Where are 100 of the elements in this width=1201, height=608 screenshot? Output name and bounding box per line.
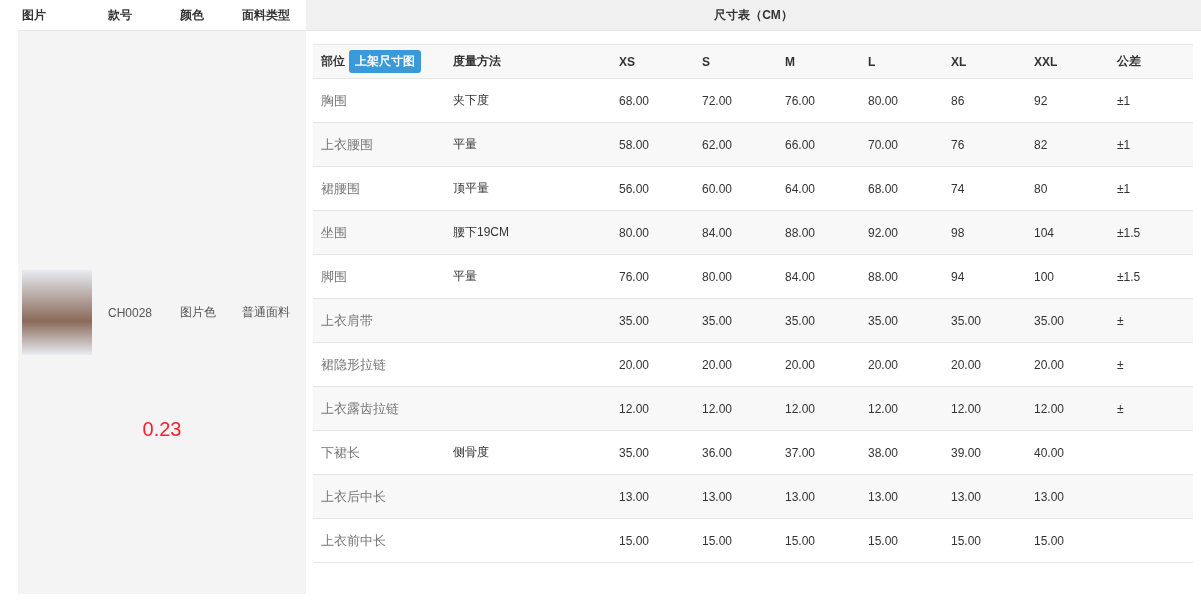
- table-cell-text: 68.00: [618, 93, 651, 108]
- table-cell-text: 39.00: [950, 445, 983, 460]
- column-header: 面料类型: [241, 6, 291, 24]
- table-cell-text: 20.00: [867, 357, 900, 372]
- table-cell-text: 35.00: [1033, 313, 1066, 328]
- table-cell-text: 84.00: [701, 225, 734, 240]
- table-cell-text: 36.00: [701, 445, 734, 460]
- table-cell-text: 86: [950, 93, 966, 108]
- table-cell-text: 35.00: [701, 313, 734, 328]
- table-cell-text: 58.00: [618, 137, 651, 152]
- table-cell-text: 坐围: [320, 223, 348, 242]
- table-cell-text: 74: [950, 181, 966, 196]
- table-cell-text: 12.00: [950, 401, 983, 416]
- table-cell-text: 胸围: [320, 91, 348, 110]
- table-cell-text: 12.00: [1033, 401, 1066, 416]
- table-cell-text: 88.00: [784, 225, 817, 240]
- column-header: XXL: [1033, 54, 1059, 69]
- table-cell-text: 84.00: [784, 269, 817, 284]
- table-cell-text: ±: [1116, 313, 1125, 328]
- table-cell-text: 20.00: [950, 357, 983, 372]
- table-cell-text: 15.00: [618, 533, 651, 548]
- table-cell-text: 35.00: [950, 313, 983, 328]
- table-cell-text: 80.00: [701, 269, 734, 284]
- table-cell-text: 上衣肩带: [320, 311, 374, 330]
- table-cell-text: 13.00: [618, 489, 651, 504]
- table-cell-text: 60.00: [701, 181, 734, 196]
- table-cell-text: 顶平量: [452, 180, 490, 197]
- table-cell-text: 12.00: [867, 401, 900, 416]
- color-value: 图片色: [179, 304, 217, 321]
- table-cell-text: 上衣前中长: [320, 531, 387, 550]
- table-cell-text: 100: [1033, 269, 1056, 284]
- table-cell-text: ±: [1116, 401, 1125, 416]
- table-cell-text: 76: [950, 137, 966, 152]
- table-cell-text: 12.00: [701, 401, 734, 416]
- table-cell-text: 下裙长: [320, 443, 361, 462]
- table-cell-text: ±1: [1116, 181, 1132, 196]
- column-header: 颜色: [179, 6, 205, 24]
- table-cell-text: 62.00: [701, 137, 734, 152]
- table-cell-text: 13.00: [784, 489, 817, 504]
- column-header: XS: [618, 54, 636, 69]
- table-cell-text: 20.00: [701, 357, 734, 372]
- table-cell-text: 88.00: [867, 269, 900, 284]
- table-cell-text: 20.00: [618, 357, 651, 372]
- table-cell-text: 104: [1033, 225, 1056, 240]
- table-cell-text: 夹下度: [452, 92, 490, 109]
- table-cell-text: 13.00: [867, 489, 900, 504]
- table-cell-text: 38.00: [867, 445, 900, 460]
- table-cell-text: 80: [1033, 181, 1049, 196]
- column-header: XL: [950, 54, 968, 69]
- table-cell-text: 76.00: [618, 269, 651, 284]
- column-header: 度量方法: [452, 53, 502, 70]
- table-cell-text: 上衣后中长: [320, 487, 387, 506]
- table-cell-text: 94: [950, 269, 966, 284]
- table-cell-text: 37.00: [784, 445, 817, 460]
- table-cell-text: 64.00: [784, 181, 817, 196]
- table-cell-text: 68.00: [867, 181, 900, 196]
- table-cell-text: 92: [1033, 93, 1049, 108]
- table-cell-text: 13.00: [950, 489, 983, 504]
- table-cell-text: 35.00: [618, 313, 651, 328]
- column-header: 部位: [321, 53, 345, 70]
- column-header: 公差: [1116, 53, 1142, 70]
- table-cell-text: 脚围: [320, 267, 348, 286]
- table-cell-text: 80.00: [867, 93, 900, 108]
- size-chart-button[interactable]: 上架尺寸图: [349, 50, 421, 73]
- column-header: L: [867, 54, 877, 69]
- table-cell-text: 裙隐形拉链: [320, 355, 387, 374]
- table-cell-text: 35.00: [784, 313, 817, 328]
- table-cell-text: 上衣露齿拉链: [320, 399, 400, 418]
- table-cell-text: 13.00: [701, 489, 734, 504]
- table-cell-text: 98: [950, 225, 966, 240]
- table-cell-text: 15.00: [950, 533, 983, 548]
- table-cell-text: 13.00: [1033, 489, 1066, 504]
- table-cell-text: 12.00: [618, 401, 651, 416]
- table-cell-text: 裙腰围: [320, 179, 361, 198]
- table-cell-text: 82: [1033, 137, 1049, 152]
- table-cell-text: 腰下19CM: [452, 224, 510, 241]
- fabric-value: 普通面料: [241, 304, 291, 321]
- column-header: M: [784, 54, 796, 69]
- table-cell-text: 92.00: [867, 225, 900, 240]
- table-cell-text: 35.00: [867, 313, 900, 328]
- table-cell-text: 15.00: [1033, 533, 1066, 548]
- table-cell-text: 20.00: [784, 357, 817, 372]
- table-cell-text: 平量: [452, 268, 478, 285]
- table-cell-text: 72.00: [701, 93, 734, 108]
- table-cell-text: 15.00: [867, 533, 900, 548]
- table-cell-text: 上衣腰围: [320, 135, 374, 154]
- table-cell-text: 76.00: [784, 93, 817, 108]
- table-cell-text: 15.00: [701, 533, 734, 548]
- table-cell-text: 12.00: [784, 401, 817, 416]
- table-cell-text: 15.00: [784, 533, 817, 548]
- table-cell-text: 70.00: [867, 137, 900, 152]
- table-cell-text: ±1.5: [1116, 269, 1142, 284]
- style-number: CH0028: [107, 305, 154, 320]
- table-cell-text: 平量: [452, 136, 478, 153]
- table-cell-text: 35.00: [618, 445, 651, 460]
- table-cell-text: 80.00: [618, 225, 651, 240]
- price-value: 0.23: [142, 418, 182, 441]
- table-cell-text: 40.00: [1033, 445, 1066, 460]
- table-cell-text: 20.00: [1033, 357, 1066, 372]
- column-header: 图片: [21, 6, 47, 24]
